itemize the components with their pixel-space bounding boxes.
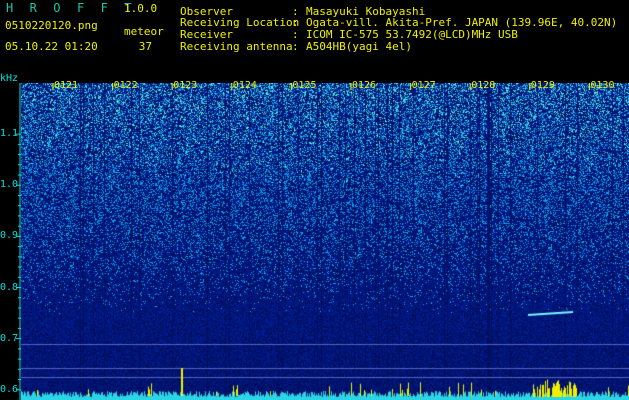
time-label: 0126 xyxy=(352,80,377,91)
frequency-tick-label: 0.6 xyxy=(0,383,19,395)
app-title: H R O F F T xyxy=(6,1,137,15)
antenna-separator: : xyxy=(292,40,299,53)
meteor-count-label: meteor xyxy=(124,25,164,38)
antenna-label: Receiving antenna xyxy=(180,40,293,53)
time-label: 0123 xyxy=(173,80,198,91)
frequency-tick-label: 0.9 xyxy=(0,230,19,242)
observation-datetime: 05.10.22 01:20 xyxy=(5,40,98,53)
hroft-screen: H R O F F T 1.0.0 0510220120.png meteor … xyxy=(0,0,629,400)
file-name: 0510220120.png xyxy=(5,19,98,32)
receiver-label: Receiver xyxy=(180,28,233,41)
frequency-tick-label: 0.8 xyxy=(0,281,19,293)
receiver-separator: : xyxy=(292,28,299,41)
time-label: 0122 xyxy=(113,80,138,91)
frequency-tick-label: 1.1 xyxy=(0,128,19,140)
frequency-tick-label: 0.7 xyxy=(0,332,19,344)
location-label: Receiving Location xyxy=(180,16,300,29)
spectrogram-image xyxy=(21,83,629,400)
time-label: 0129 xyxy=(530,80,555,91)
time-label: 0130 xyxy=(590,80,615,91)
frequency-unit-label: kHz xyxy=(0,73,19,84)
location-value: Ogata-vill. Akita-Pref. JAPAN (139.96E, … xyxy=(306,16,618,29)
spectrogram-panel xyxy=(21,83,629,400)
receiver-value: ICOM IC-575 53.7492(@LCD)MHz USB xyxy=(306,28,518,41)
time-label: 0128 xyxy=(471,80,496,91)
frequency-tick-label: 1.0 xyxy=(0,179,19,191)
location-separator: : xyxy=(292,16,299,29)
time-label: 0127 xyxy=(411,80,436,91)
time-label: 0121 xyxy=(54,80,79,91)
time-label: 0124 xyxy=(232,80,257,91)
antenna-value: A504HB(yagi 4el) xyxy=(306,40,412,53)
meteor-count-value: 37 xyxy=(138,40,152,53)
time-label: 0125 xyxy=(292,80,317,91)
app-version: 1.0.0 xyxy=(124,2,158,15)
